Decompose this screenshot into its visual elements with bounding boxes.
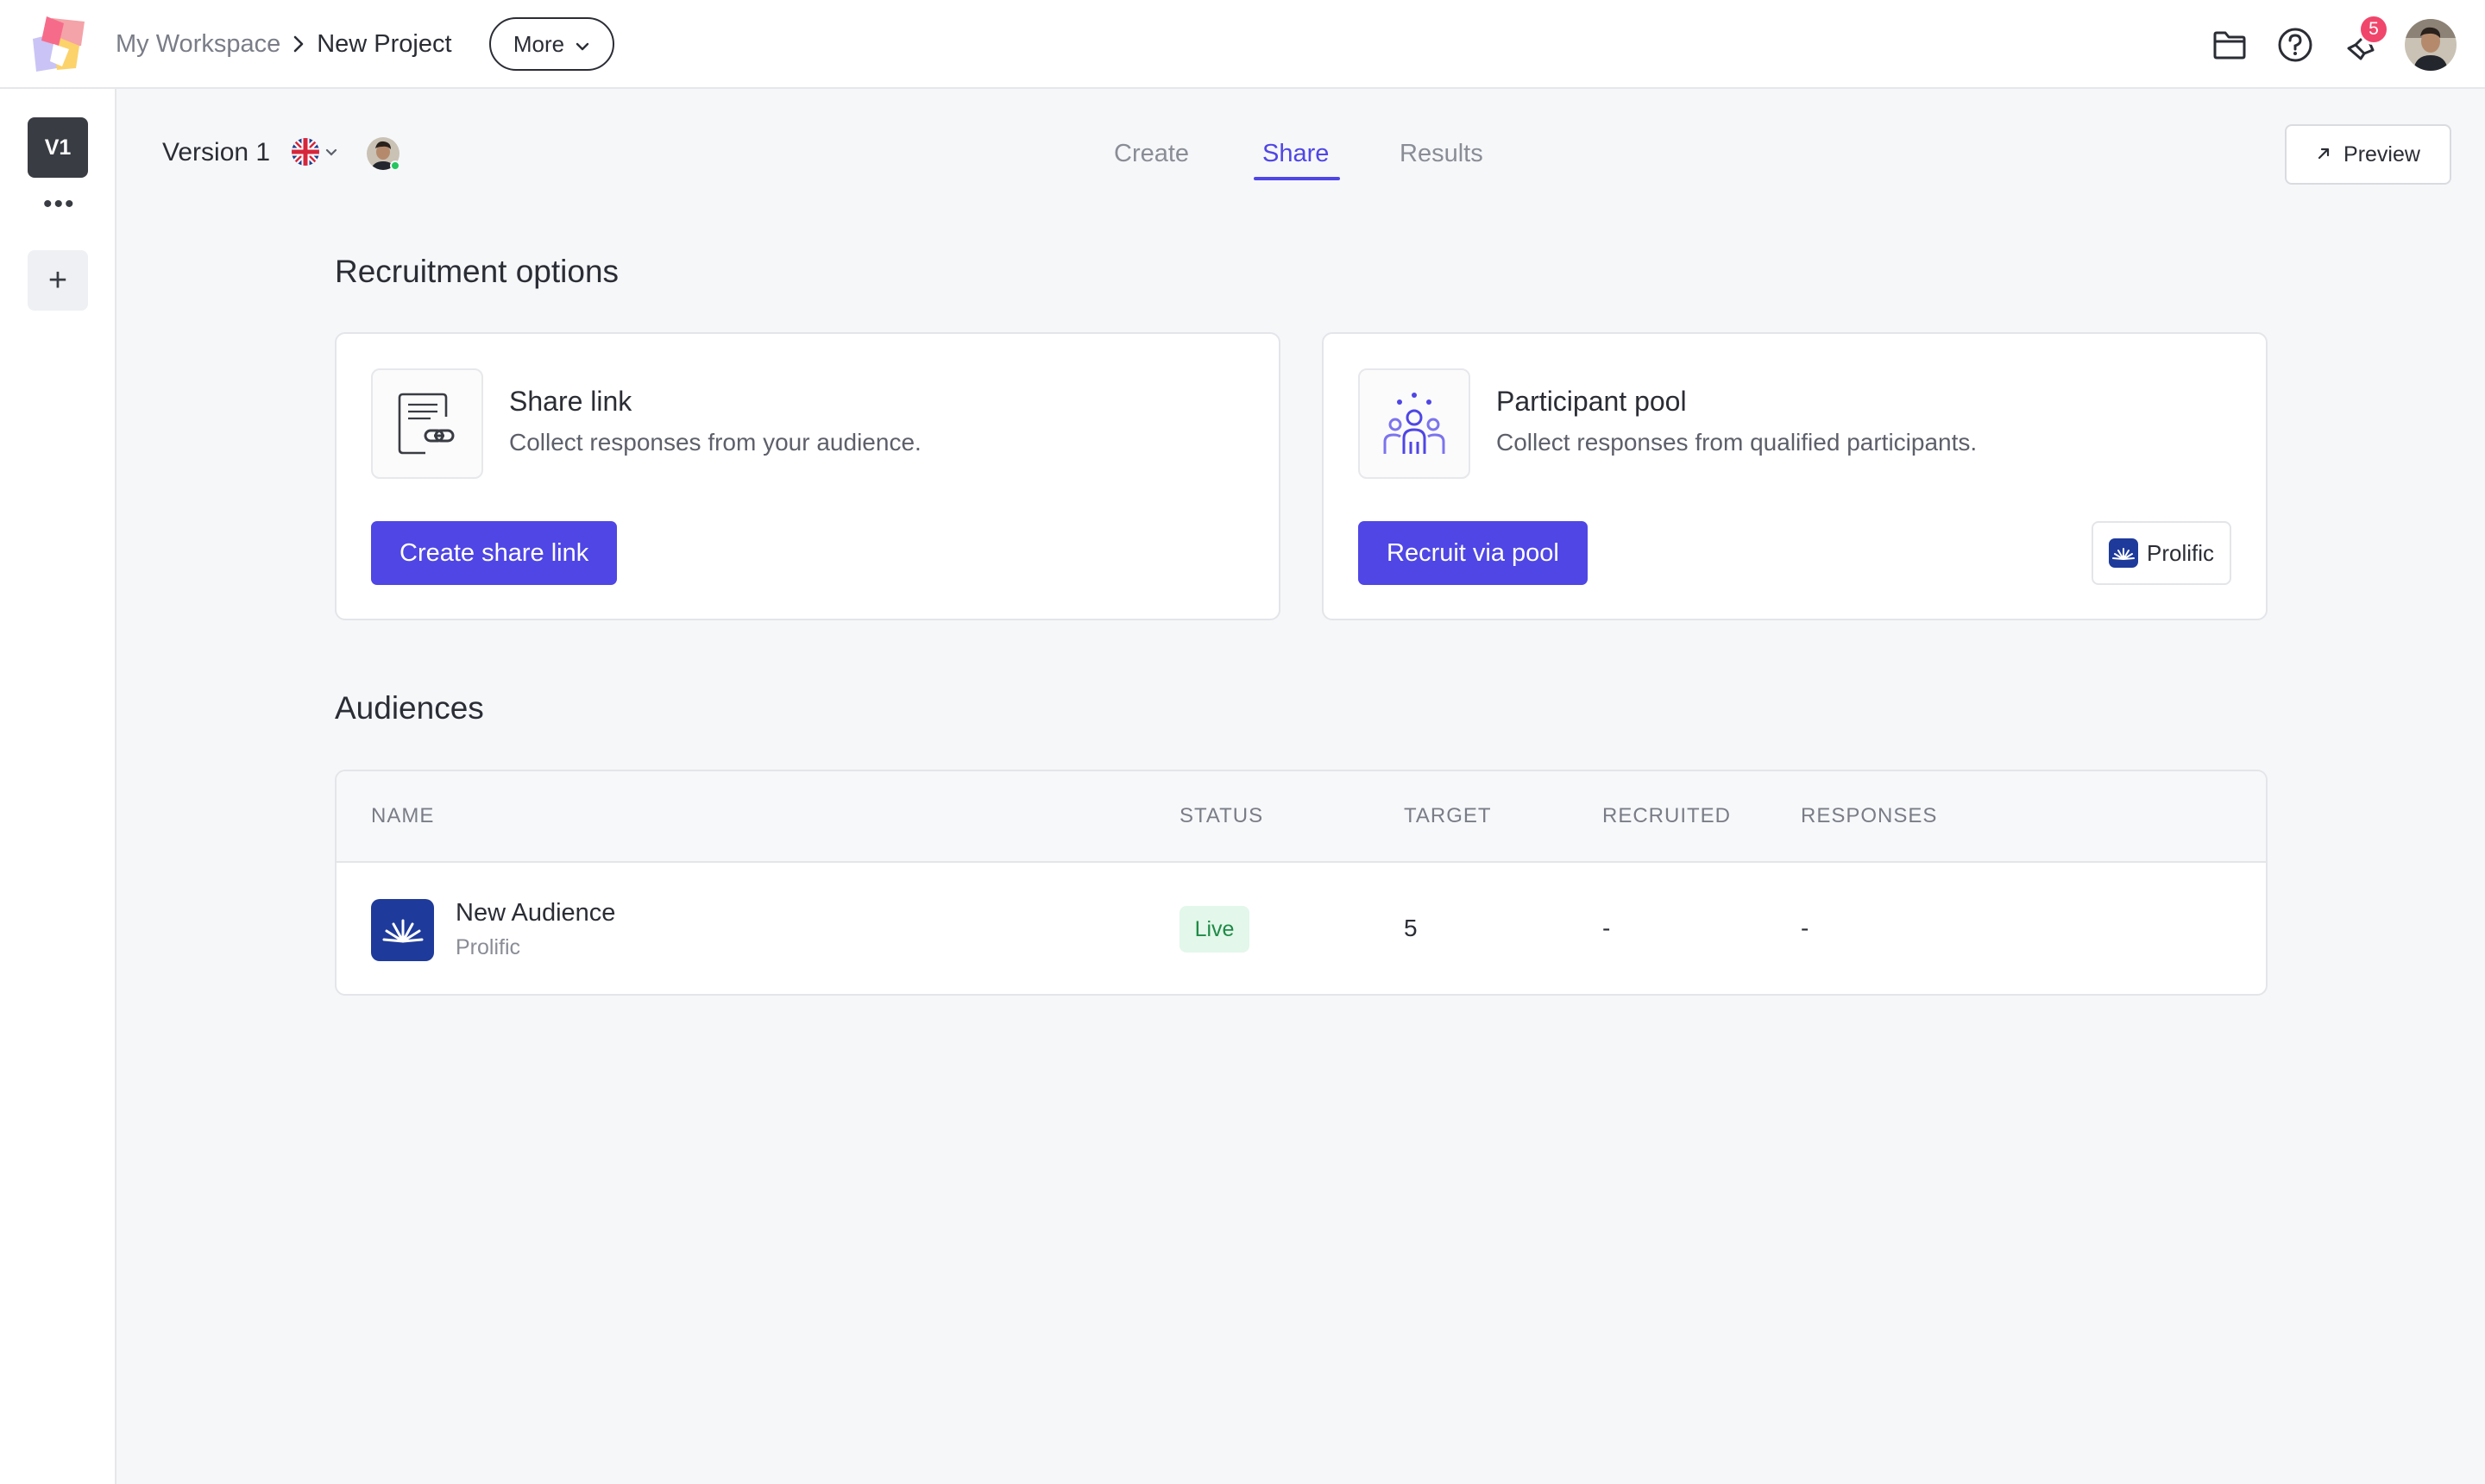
arrow-up-right-icon xyxy=(2316,142,2331,167)
column-header-target: TARGET xyxy=(1404,804,1492,827)
recruit-via-pool-button[interactable]: Recruit via pool xyxy=(1358,521,1588,585)
tab-share[interactable]: Share xyxy=(1262,140,1329,168)
chevron-down-icon xyxy=(575,31,590,58)
provider-label: Prolific xyxy=(2146,539,2214,566)
status-badge: Live xyxy=(1180,906,1249,953)
column-header-recruited: RECRUITED xyxy=(1602,804,1732,827)
preview-button[interactable]: Preview xyxy=(2285,124,2451,185)
participant-pool-icon xyxy=(1358,368,1470,479)
active-tab-indicator xyxy=(1254,177,1340,180)
tab-create[interactable]: Create xyxy=(1114,140,1189,168)
responses-value: - xyxy=(1801,915,1809,941)
share-link-title: Share link xyxy=(509,386,632,417)
version-options-icon[interactable]: ••• xyxy=(43,192,76,217)
create-share-link-button[interactable]: Create share link xyxy=(371,521,618,585)
recruited-value: - xyxy=(1602,915,1611,941)
column-header-responses: RESPONSES xyxy=(1801,804,1938,827)
recruitment-options-title: Recruitment options xyxy=(335,254,620,289)
app-logo[interactable] xyxy=(28,15,88,75)
audiences-title: Audiences xyxy=(335,690,484,726)
prolific-logo-icon xyxy=(371,899,434,961)
top-bar: My Workspace New Project More 5 xyxy=(0,0,2485,89)
table-header: NAME STATUS TARGET RECRUITED RESPONSES xyxy=(337,771,2266,863)
participant-pool-description: Collect responses from qualified partici… xyxy=(1496,429,1978,456)
column-header-name: NAME xyxy=(371,804,435,827)
share-link-icon xyxy=(371,368,483,479)
breadcrumb: My Workspace New Project xyxy=(116,26,452,62)
provider-selector[interactable]: Prolific xyxy=(2092,521,2231,585)
version-rail: V1 ••• + xyxy=(0,89,116,1484)
participant-pool-card: Participant pool Collect responses from … xyxy=(1322,332,2268,620)
breadcrumb-workspace[interactable]: My Workspace xyxy=(116,30,280,59)
table-row[interactable]: New Audience Prolific Live 5 - - xyxy=(337,863,2266,994)
main-tabs: Create Share Results xyxy=(0,129,2485,181)
more-button[interactable]: More xyxy=(489,17,614,71)
share-link-card: Share link Collect responses from your a… xyxy=(335,332,1280,620)
chevron-right-icon xyxy=(293,35,305,53)
target-value: 5 xyxy=(1404,915,1418,941)
more-button-label: More xyxy=(513,30,565,57)
folder-icon[interactable] xyxy=(2211,26,2249,64)
preview-button-label: Preview xyxy=(2343,141,2420,167)
add-version-button[interactable]: + xyxy=(28,250,88,311)
prolific-logo-icon xyxy=(2108,538,2138,568)
audience-name[interactable]: New Audience xyxy=(456,899,615,928)
participant-pool-title: Participant pool xyxy=(1496,386,1687,417)
breadcrumb-project[interactable]: New Project xyxy=(317,30,451,59)
audience-provider: Prolific xyxy=(456,935,521,959)
tab-results[interactable]: Results xyxy=(1400,140,1483,168)
share-link-description: Collect responses from your audience. xyxy=(509,429,922,456)
audiences-table: NAME STATUS TARGET RECRUITED RESPONSES N… xyxy=(335,770,2268,996)
column-header-status: STATUS xyxy=(1180,804,1264,827)
user-avatar[interactable] xyxy=(2405,19,2457,71)
help-icon[interactable] xyxy=(2276,26,2314,64)
notification-badge: 5 xyxy=(2358,14,2389,45)
